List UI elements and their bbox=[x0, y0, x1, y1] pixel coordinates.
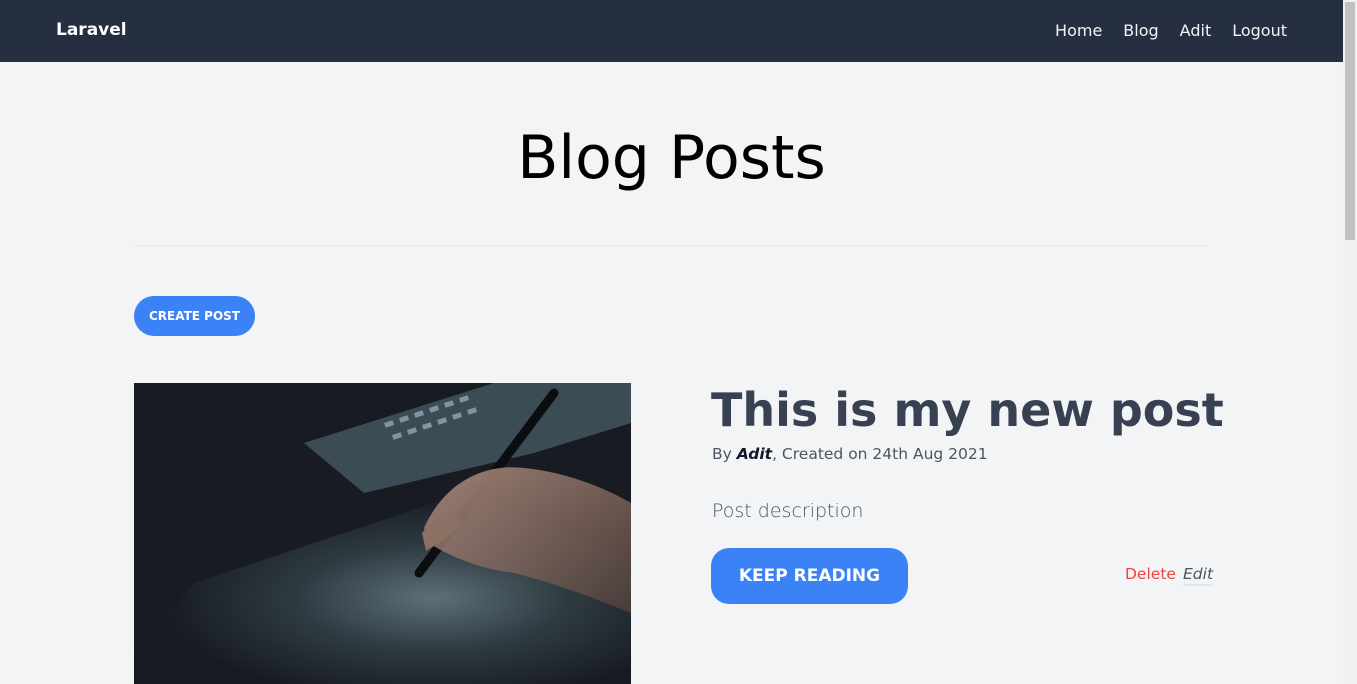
nav-logout-link[interactable]: Logout bbox=[1232, 21, 1287, 40]
post-description: Post description bbox=[712, 500, 864, 522]
top-navbar: Laravel Home Blog Adit Logout bbox=[0, 0, 1343, 62]
nav-links: Home Blog Adit Logout bbox=[1034, 0, 1287, 60]
nav-user-link[interactable]: Adit bbox=[1180, 21, 1212, 40]
post-image bbox=[134, 383, 631, 684]
title-divider bbox=[134, 245, 1209, 246]
scrollbar-thumb[interactable] bbox=[1345, 2, 1355, 240]
edit-post-link[interactable]: Edit bbox=[1183, 565, 1214, 586]
page-title: Blog Posts bbox=[517, 123, 826, 193]
delete-post-link[interactable]: Delete bbox=[1125, 565, 1176, 583]
post-created-date: , Created on 24th Aug 2021 bbox=[772, 445, 988, 463]
page-scrollbar[interactable] bbox=[1343, 0, 1357, 684]
brand-link[interactable]: Laravel bbox=[56, 0, 127, 60]
post-byline: By Adit, Created on 24th Aug 2021 bbox=[712, 445, 988, 463]
post-author: Adit bbox=[736, 445, 773, 463]
create-post-button[interactable]: CREATE POST bbox=[134, 296, 255, 336]
nav-home-link[interactable]: Home bbox=[1055, 21, 1102, 40]
byline-prefix: By bbox=[712, 445, 737, 463]
hand-writing-on-tablet-photo bbox=[134, 383, 631, 684]
keep-reading-button[interactable]: KEEP READING bbox=[711, 548, 908, 604]
post-title[interactable]: This is my new post bbox=[711, 378, 1224, 442]
nav-blog-link[interactable]: Blog bbox=[1123, 21, 1158, 40]
